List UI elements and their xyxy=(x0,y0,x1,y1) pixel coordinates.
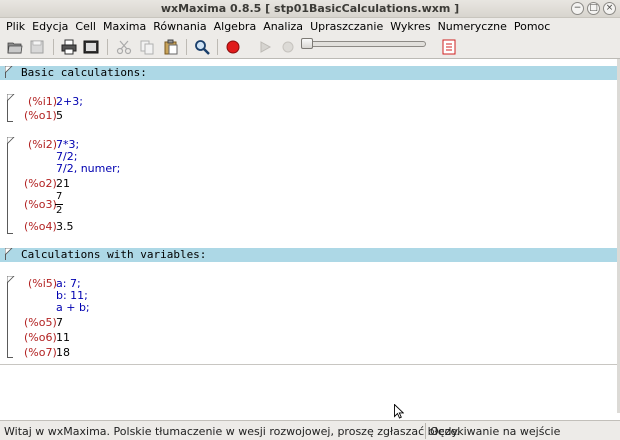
output-value: 11 xyxy=(56,331,70,344)
section-title: Calculations with variables: xyxy=(21,248,207,261)
menu-wykres[interactable]: Wykres xyxy=(386,18,433,35)
stop-icon[interactable] xyxy=(280,39,296,55)
menu-numeryczne[interactable]: Numeryczne xyxy=(434,18,510,35)
status-message: Witaj w wxMaxima. Polskie tłumaczenie w … xyxy=(4,425,460,438)
print-icon[interactable] xyxy=(61,39,77,55)
menu-pomoc[interactable]: Pomoc xyxy=(510,18,553,35)
menu-plik[interactable]: Plik xyxy=(2,18,28,35)
play-icon[interactable] xyxy=(257,39,273,55)
section-calculations-with-variables[interactable]: Calculations with variables: xyxy=(0,248,617,262)
input-label: (%i1) xyxy=(28,95,58,108)
menu-analiza[interactable]: Analiza xyxy=(259,18,306,35)
find-icon[interactable] xyxy=(194,39,210,55)
output-label: (%o1) xyxy=(24,109,57,122)
menu-algebra[interactable]: Algebra xyxy=(210,18,260,35)
menu-upraszczanie[interactable]: Upraszczanie xyxy=(306,18,386,35)
insert-image-icon[interactable] xyxy=(441,39,457,55)
status-state: Oczekiwanie na wejście xyxy=(430,425,561,438)
output-label: (%o3) xyxy=(24,198,57,211)
maximize-button[interactable]: □ xyxy=(587,2,600,15)
copy-icon[interactable] xyxy=(139,39,155,55)
output-value: 3.5 xyxy=(56,220,74,233)
input-line[interactable]: a + b; xyxy=(56,301,90,314)
section-basic-calculations[interactable]: Basic calculations: xyxy=(0,66,617,80)
cell-bracket-end xyxy=(7,233,13,234)
cut-icon[interactable] xyxy=(116,39,132,55)
input-label: (%i2) xyxy=(28,138,58,151)
minimize-button[interactable]: − xyxy=(571,2,584,15)
slider-thumb[interactable] xyxy=(301,38,313,49)
mouse-cursor-icon xyxy=(394,404,404,419)
cell-bracket-triangle-icon xyxy=(7,276,15,284)
menu-bar: Plik Edycja Cell Maxima Równania Algebra… xyxy=(0,18,620,35)
section-bracket-triangle-icon xyxy=(5,66,13,74)
menu-cell[interactable]: Cell xyxy=(71,18,99,35)
status-divider xyxy=(425,423,426,439)
cell-bracket-triangle-icon xyxy=(7,137,15,145)
section-title: Basic calculations: xyxy=(21,66,147,79)
title-bar: wxMaxima 0.8.5 [ stp01BasicCalculations.… xyxy=(0,0,620,18)
input-line[interactable]: 2+3; xyxy=(56,95,83,108)
cell-bracket-end xyxy=(7,357,13,358)
animation-slider[interactable] xyxy=(306,41,426,47)
cell-bracket[interactable] xyxy=(7,276,8,358)
menu-rownania[interactable]: Równania xyxy=(149,18,209,35)
window-controls: − □ × xyxy=(571,2,616,15)
cell-bracket[interactable] xyxy=(7,137,8,234)
status-bar: Witaj w wxMaxima. Polskie tłumaczenie w … xyxy=(0,420,620,440)
output-value: 7 xyxy=(56,316,63,329)
close-button[interactable]: × xyxy=(603,2,616,15)
menu-edycja[interactable]: Edycja xyxy=(28,18,71,35)
input-line[interactable]: 7/2, numer; xyxy=(56,162,120,175)
interrupt-icon[interactable] xyxy=(225,39,241,55)
output-label: (%o6) xyxy=(24,331,57,344)
section-bracket-triangle-icon xyxy=(5,248,13,256)
output-label: (%o7) xyxy=(24,346,57,359)
output-label: (%o4) xyxy=(24,220,57,233)
worksheet[interactable] xyxy=(0,59,617,413)
cell-bracket-end xyxy=(7,121,13,122)
input-label: (%i5) xyxy=(28,277,58,290)
paste-icon[interactable] xyxy=(163,39,179,55)
output-value: 18 xyxy=(56,346,70,359)
output-label: (%o5) xyxy=(24,316,57,329)
window-title: wxMaxima 0.8.5 [ stp01BasicCalculations.… xyxy=(160,2,460,15)
open-icon[interactable] xyxy=(7,39,23,55)
menu-maxima[interactable]: Maxima xyxy=(99,18,149,35)
save-icon[interactable] xyxy=(29,39,45,55)
output-value: 21 xyxy=(56,177,70,190)
cell-bracket-triangle-icon xyxy=(7,94,15,102)
output-label: (%o2) xyxy=(24,177,57,190)
output-value: 5 xyxy=(56,109,63,122)
config-icon[interactable] xyxy=(83,39,99,55)
worksheet-empty-area[interactable] xyxy=(0,364,617,413)
fraction-numerator: 7 xyxy=(56,191,63,202)
fraction-denominator: 2 xyxy=(56,205,63,216)
